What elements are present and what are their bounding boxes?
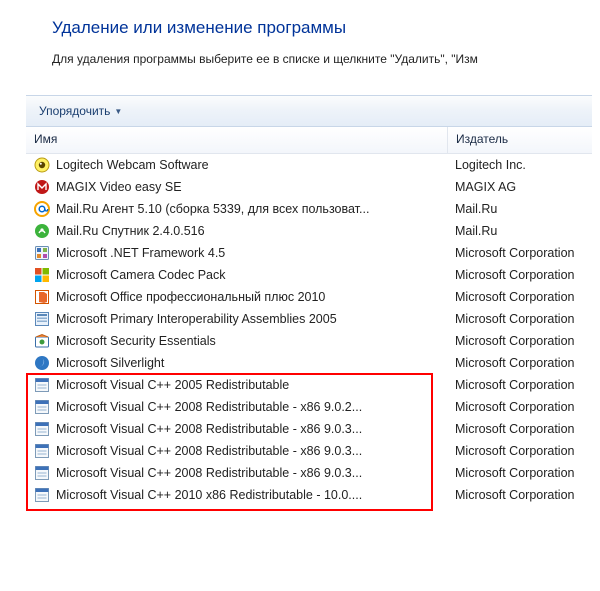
program-publisher: Microsoft Corporation (447, 488, 592, 502)
program-name: Logitech Webcam Software (56, 158, 209, 172)
installer-icon (34, 443, 50, 459)
program-name-cell: Microsoft Silverlight (26, 355, 447, 371)
column-header-name[interactable]: Имя (26, 127, 448, 153)
chevron-down-icon: ▼ (114, 107, 122, 116)
organize-label: Упорядочить (39, 104, 110, 118)
program-row[interactable]: Microsoft Visual C++ 2010 x86 Redistribu… (26, 484, 592, 506)
program-name: Microsoft Camera Codec Pack (56, 268, 226, 282)
net-icon (34, 245, 50, 261)
installer-icon (34, 465, 50, 481)
silverlight-icon (34, 355, 50, 371)
installer-icon (34, 421, 50, 437)
organize-button[interactable]: Упорядочить ▼ (32, 100, 129, 122)
installer-icon (34, 399, 50, 415)
program-publisher: Microsoft Corporation (447, 268, 592, 282)
program-row[interactable]: MAGIX Video easy SE MAGIX AG (26, 176, 592, 198)
program-name-cell: Microsoft Office профессиональный плюс 2… (26, 289, 447, 305)
program-row[interactable]: Microsoft Visual C++ 2008 Redistributabl… (26, 462, 592, 484)
program-name: Microsoft Visual C++ 2008 Redistributabl… (56, 466, 362, 480)
sputnik-icon (34, 223, 50, 239)
program-name: Microsoft Visual C++ 2008 Redistributabl… (56, 400, 362, 414)
column-header-publisher[interactable]: Издатель (448, 127, 592, 153)
program-name-cell: Microsoft Visual C++ 2008 Redistributabl… (26, 421, 447, 437)
office-icon (34, 289, 50, 305)
program-name-cell: Mail.Ru Агент 5.10 (сборка 5339, для все… (26, 201, 447, 217)
program-row[interactable]: Microsoft Visual C++ 2005 Redistributabl… (26, 374, 592, 396)
program-row[interactable]: Microsoft Visual C++ 2008 Redistributabl… (26, 396, 592, 418)
page-title: Удаление или изменение программы (52, 18, 592, 38)
program-name: MAGIX Video easy SE (56, 180, 182, 194)
program-row[interactable]: Mail.Ru Агент 5.10 (сборка 5339, для все… (26, 198, 592, 220)
mse-icon (34, 333, 50, 349)
program-row[interactable]: Microsoft Primary Interoperability Assem… (26, 308, 592, 330)
program-name: Microsoft Primary Interoperability Assem… (56, 312, 337, 326)
installer-icon (34, 377, 50, 393)
program-name: Microsoft Visual C++ 2008 Redistributabl… (56, 422, 362, 436)
program-name-cell: Microsoft Visual C++ 2008 Redistributabl… (26, 399, 447, 415)
program-row[interactable]: Microsoft Security Essentials Microsoft C… (26, 330, 592, 352)
program-publisher: Mail.Ru (447, 202, 592, 216)
program-name: Microsoft Silverlight (56, 356, 164, 370)
program-row[interactable]: Mail.Ru Спутник 2.4.0.516 Mail.Ru (26, 220, 592, 242)
pia-icon (34, 311, 50, 327)
program-name-cell: Microsoft .NET Framework 4.5 (26, 245, 447, 261)
program-name-cell: Microsoft Camera Codec Pack (26, 267, 447, 283)
program-publisher: Microsoft Corporation (447, 312, 592, 326)
program-row[interactable]: Microsoft Silverlight Microsoft Corporati… (26, 352, 592, 374)
program-publisher: Microsoft Corporation (447, 246, 592, 260)
mailru-icon (34, 201, 50, 217)
program-list: Logitech Webcam Software Logitech Inc. MAG… (26, 154, 592, 506)
program-name-cell: Microsoft Visual C++ 2008 Redistributabl… (26, 443, 447, 459)
program-publisher: Microsoft Corporation (447, 356, 592, 370)
program-publisher: Microsoft Corporation (447, 400, 592, 414)
program-row[interactable]: Microsoft Camera Codec Pack Microsoft Cor… (26, 264, 592, 286)
program-row[interactable]: Microsoft Office профессиональный плюс 2… (26, 286, 592, 308)
toolbar: Упорядочить ▼ (26, 95, 592, 127)
program-publisher: Microsoft Corporation (447, 444, 592, 458)
program-name-cell: Microsoft Visual C++ 2008 Redistributabl… (26, 465, 447, 481)
program-name: Mail.Ru Агент 5.10 (сборка 5339, для все… (56, 202, 369, 216)
program-publisher: Logitech Inc. (447, 158, 592, 172)
program-publisher: Microsoft Corporation (447, 290, 592, 304)
logitech-icon (34, 157, 50, 173)
program-name-cell: Microsoft Visual C++ 2010 x86 Redistribu… (26, 487, 447, 503)
program-publisher: Microsoft Corporation (447, 378, 592, 392)
program-name-cell: MAGIX Video easy SE (26, 179, 447, 195)
program-publisher: Microsoft Corporation (447, 466, 592, 480)
program-publisher: Microsoft Corporation (447, 334, 592, 348)
program-name-cell: Logitech Webcam Software (26, 157, 447, 173)
program-name: Microsoft Security Essentials (56, 334, 216, 348)
program-name-cell: Microsoft Visual C++ 2005 Redistributabl… (26, 377, 447, 393)
camera-icon (34, 267, 50, 283)
program-row[interactable]: Microsoft Visual C++ 2008 Redistributabl… (26, 440, 592, 462)
program-row[interactable]: Microsoft .NET Framework 4.5 Microsoft Co… (26, 242, 592, 264)
program-name: Microsoft Office профессиональный плюс 2… (56, 290, 325, 304)
program-row[interactable]: Logitech Webcam Software Logitech Inc. (26, 154, 592, 176)
program-publisher: Microsoft Corporation (447, 422, 592, 436)
program-name-cell: Microsoft Primary Interoperability Assem… (26, 311, 447, 327)
program-name: Mail.Ru Спутник 2.4.0.516 (56, 224, 205, 238)
program-name-cell: Microsoft Security Essentials (26, 333, 447, 349)
magix-icon (34, 179, 50, 195)
program-row[interactable]: Microsoft Visual C++ 2008 Redistributabl… (26, 418, 592, 440)
program-name: Microsoft Visual C++ 2010 x86 Redistribu… (56, 488, 362, 502)
program-name: Microsoft .NET Framework 4.5 (56, 246, 225, 260)
program-name: Microsoft Visual C++ 2005 Redistributabl… (56, 378, 289, 392)
program-publisher: MAGIX AG (447, 180, 592, 194)
installer-icon (34, 487, 50, 503)
program-name-cell: Mail.Ru Спутник 2.4.0.516 (26, 223, 447, 239)
program-publisher: Mail.Ru (447, 224, 592, 238)
column-header-row: Имя Издатель (26, 127, 592, 154)
program-name: Microsoft Visual C++ 2008 Redistributabl… (56, 444, 362, 458)
page-subtitle: Для удаления программы выберите ее в спи… (52, 52, 592, 66)
